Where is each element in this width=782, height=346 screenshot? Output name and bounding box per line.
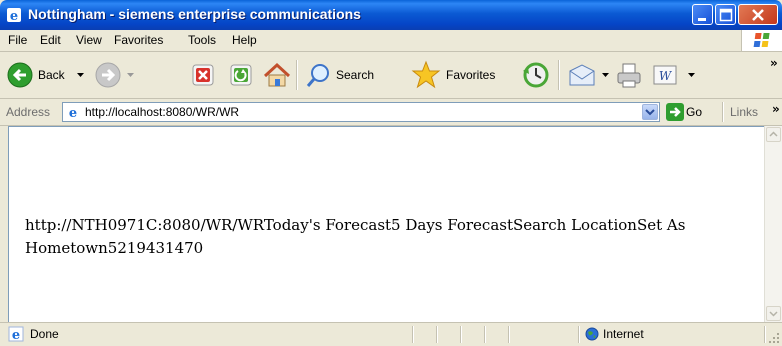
chevron-down-icon: [688, 73, 695, 77]
maximize-button[interactable]: [715, 4, 736, 25]
back-button[interactable]: Back: [6, 59, 86, 91]
vertical-scrollbar[interactable]: [764, 126, 782, 322]
address-url: http://localhost:8080/WR/WR: [85, 105, 240, 119]
standard-toolbar: Back Search Favorites W »: [0, 52, 782, 99]
status-pane-divider: [460, 326, 462, 343]
favorites-label: Favorites: [446, 68, 496, 82]
maximize-icon: [719, 8, 733, 22]
status-bar: e Done Internet: [0, 322, 782, 346]
status-pane-divider: [764, 326, 766, 343]
svg-text:e: e: [10, 9, 18, 23]
status-pane-divider: [508, 326, 510, 343]
status-pane-divider: [484, 326, 486, 343]
go-label: Go: [686, 105, 703, 119]
print-button[interactable]: [614, 59, 644, 91]
scroll-down-button[interactable]: [766, 306, 781, 321]
minimize-icon: [698, 18, 706, 21]
menu-bar: File Edit View Favorites Tools Help: [0, 30, 782, 52]
resize-grip-icon[interactable]: [768, 332, 780, 344]
go-arrow-icon: [666, 103, 684, 121]
status-pane-divider: [436, 326, 438, 343]
svg-text:W: W: [659, 69, 673, 83]
back-arrow-icon: [7, 62, 33, 88]
home-button[interactable]: [262, 59, 292, 91]
search-icon: [306, 64, 329, 87]
address-separator: [722, 102, 724, 122]
refresh-button[interactable]: [228, 59, 254, 91]
svg-text:e: e: [12, 328, 20, 342]
menu-file[interactable]: File: [8, 33, 27, 47]
search-button[interactable]: Search: [304, 59, 402, 91]
address-dropdown-button[interactable]: [642, 104, 658, 120]
mail-button[interactable]: [566, 59, 612, 91]
windows-logo-icon: [753, 33, 770, 47]
chevron-down-icon: [77, 73, 84, 77]
printer-icon: [617, 63, 641, 88]
links-button[interactable]: Links: [730, 105, 758, 119]
window-title: Nottingham - siemens enterprise communic…: [28, 6, 361, 22]
chevron-down-icon: [645, 109, 655, 116]
svg-text:e: e: [69, 106, 77, 120]
toolbar-overflow-chevron[interactable]: »: [770, 56, 778, 70]
history-button[interactable]: [520, 59, 550, 91]
page-content: http://NTH0971C:8080/WR/WRToday's Foreca…: [8, 126, 765, 323]
forward-button[interactable]: [94, 59, 138, 91]
status-text: Done: [30, 327, 59, 341]
security-zone-text: Internet: [603, 327, 644, 341]
address-label: Address: [6, 105, 51, 119]
page-body-text: http://NTH0971C:8080/WR/WRToday's Foreca…: [25, 216, 686, 257]
toolbar-separator: [296, 60, 298, 90]
search-label: Search: [336, 68, 375, 82]
menu-view[interactable]: View: [76, 33, 102, 47]
ie-icon: e: [7, 8, 21, 23]
ie-page-icon: e: [8, 326, 24, 342]
address-input[interactable]: e http://localhost:8080/WR/WR: [62, 102, 660, 122]
scroll-up-button[interactable]: [766, 127, 781, 142]
stop-button[interactable]: [190, 59, 216, 91]
close-button[interactable]: [738, 4, 778, 25]
status-pane-divider: [412, 326, 414, 343]
menu-help[interactable]: Help: [232, 33, 257, 47]
status-pane-divider: [578, 326, 580, 343]
go-button[interactable]: Go: [664, 103, 714, 123]
word-document-icon: W: [653, 65, 677, 85]
back-label: Back: [38, 68, 65, 82]
menu-edit[interactable]: Edit: [40, 33, 61, 47]
chevron-down-icon: [602, 73, 609, 77]
chevron-down-icon: [769, 311, 778, 317]
home-icon: [263, 62, 291, 87]
minimize-button[interactable]: [692, 4, 713, 25]
title-bar[interactable]: e Nottingham - siemens enterprise commun…: [0, 0, 782, 30]
stop-icon: [192, 64, 214, 86]
globe-icon: [585, 327, 599, 341]
close-icon: [752, 9, 764, 21]
address-bar: Address e http://localhost:8080/WR/WR Go…: [0, 99, 782, 126]
star-icon: [411, 60, 441, 89]
history-icon: [523, 62, 549, 88]
chevron-down-icon: [127, 73, 134, 77]
menu-tools[interactable]: Tools: [188, 33, 216, 47]
chevron-up-icon: [769, 131, 778, 137]
toolbar-separator: [558, 60, 560, 90]
forward-arrow-icon: [95, 62, 121, 88]
browser-window: e Nottingham - siemens enterprise commun…: [0, 0, 782, 346]
mail-icon: [569, 64, 595, 86]
ie-page-icon: e: [66, 105, 80, 120]
menu-favorites[interactable]: Favorites: [114, 33, 163, 47]
edit-button[interactable]: W: [650, 59, 696, 91]
favorites-button[interactable]: Favorites: [410, 59, 514, 91]
windows-throbber: [741, 30, 782, 51]
refresh-icon: [230, 64, 252, 86]
links-overflow-chevron[interactable]: »: [772, 102, 780, 116]
